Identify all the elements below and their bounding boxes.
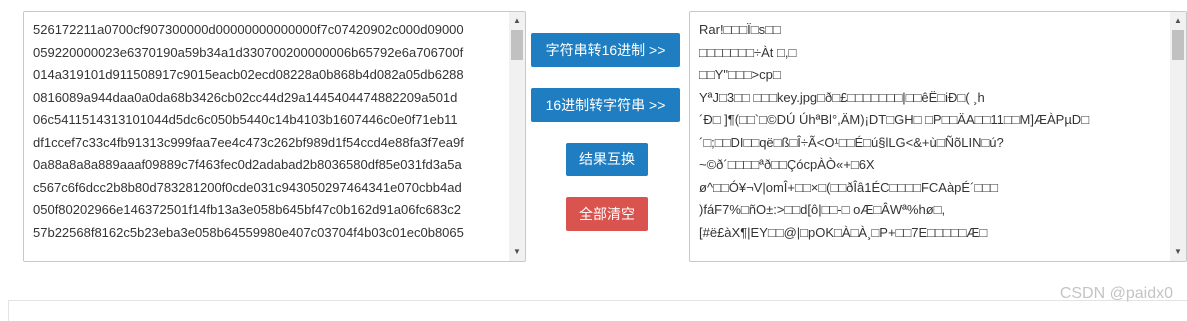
text-line: [#ë£àX¶|EY□□@|□pOK□À□À¸□P+□□7E□□□□□Æ□ [699, 224, 988, 240]
hex-to-string-button[interactable]: 16进制转字符串 >> [531, 88, 680, 122]
text-line: c567c6f6dcc2b8b80d783281200f0cde031c9430… [33, 179, 462, 195]
input-scrollbar[interactable]: ▲ ▼ [509, 12, 525, 261]
text-line: YªJ□3□□ □□□key.jpg□ð□£□□□□□□□|□□êË□iÐ□( … [699, 89, 985, 105]
text-line: 57b22568f8162c5b23eba3e058b64559980e407c… [33, 224, 464, 240]
text-line: ´Ð□ ]¶(□□`□©DÚ ÚhªBl°,ÄM)¡DT□GH□ □P□□ÄA□… [699, 112, 1090, 127]
text-line: 06c5411514313101044d5dc6c050b5440c14b410… [33, 112, 458, 127]
text-line: □□□□□□□÷Àt □,□ [699, 44, 797, 60]
scroll-up-icon[interactable]: ▲ [509, 14, 525, 28]
text-line: ´□;□□DI□□që□ß□Î÷Ã<O¹□□É□ú§lLG<&+ù□ÑõLIN□… [699, 134, 1004, 150]
csdn-watermark: CSDN @paidx0 [1059, 285, 1173, 302]
string-output-textarea[interactable]: Rar!□□□Ï□s□□ □□□□□□□÷Àt □,□ □□Y"□□□>cp□ Yª… [689, 11, 1187, 262]
result-panel [8, 300, 1187, 321]
string-output-text: Rar!□□□Ï□s□□ □□□□□□□÷Àt □,□ □□Y"□□□>cp□ Yª… [699, 19, 1166, 244]
text-line: 0a88a8a8a889aaaf09889c7f463fec0d2adabad2… [33, 157, 462, 172]
text-line: 014a319101d911508917c9015eacb02ecd08228a… [33, 67, 464, 82]
hex-input-text: 526172211a0700cf907300000d00000000000000… [33, 19, 505, 244]
scrollbar-thumb[interactable] [1172, 30, 1184, 60]
text-line: 0816089a944daa0a0da68b3426cb02cc44d29a14… [33, 89, 458, 105]
string-to-hex-button[interactable]: 字符串转16进制 >> [531, 33, 680, 67]
text-line: )fáF7%□ñO±:>□□d[ô|□□-□ oÆ□ÂWª%hø□, [699, 202, 946, 217]
text-line: 050f80202966e146372501f14fb13a3e058b645b… [33, 202, 461, 217]
hex-input-textarea[interactable]: 526172211a0700cf907300000d00000000000000… [23, 11, 526, 262]
output-scrollbar[interactable]: ▲ ▼ [1170, 12, 1186, 261]
text-line: ~©ð´□□□□ªð□□ÇócpÀÒ«+□6X [699, 157, 875, 172]
text-line: ø^□□Ó¥¬V|omÎ+□□×□(□□ðÎâ1ÉC□□□□FCAàpÉ´□□□ [699, 179, 998, 195]
scroll-up-icon[interactable]: ▲ [1170, 14, 1186, 28]
scroll-down-icon[interactable]: ▼ [509, 245, 525, 259]
swap-result-button[interactable]: 结果互换 [566, 143, 648, 176]
scrollbar-thumb[interactable] [511, 30, 523, 60]
scroll-down-icon[interactable]: ▼ [1170, 245, 1186, 259]
text-line: df1ccef7c33c4fb91313c999faa7ee4c473c262b… [33, 134, 464, 150]
text-line: 526172211a0700cf907300000d00000000000000… [33, 22, 464, 37]
text-line: Rar!□□□Ï□s□□ [699, 22, 781, 37]
text-line: □□Y"□□□>cp□ [699, 67, 781, 82]
clear-all-button[interactable]: 全部清空 [566, 197, 648, 231]
text-line: 059220000023e6370190a59b34a1d33070020000… [33, 44, 464, 60]
